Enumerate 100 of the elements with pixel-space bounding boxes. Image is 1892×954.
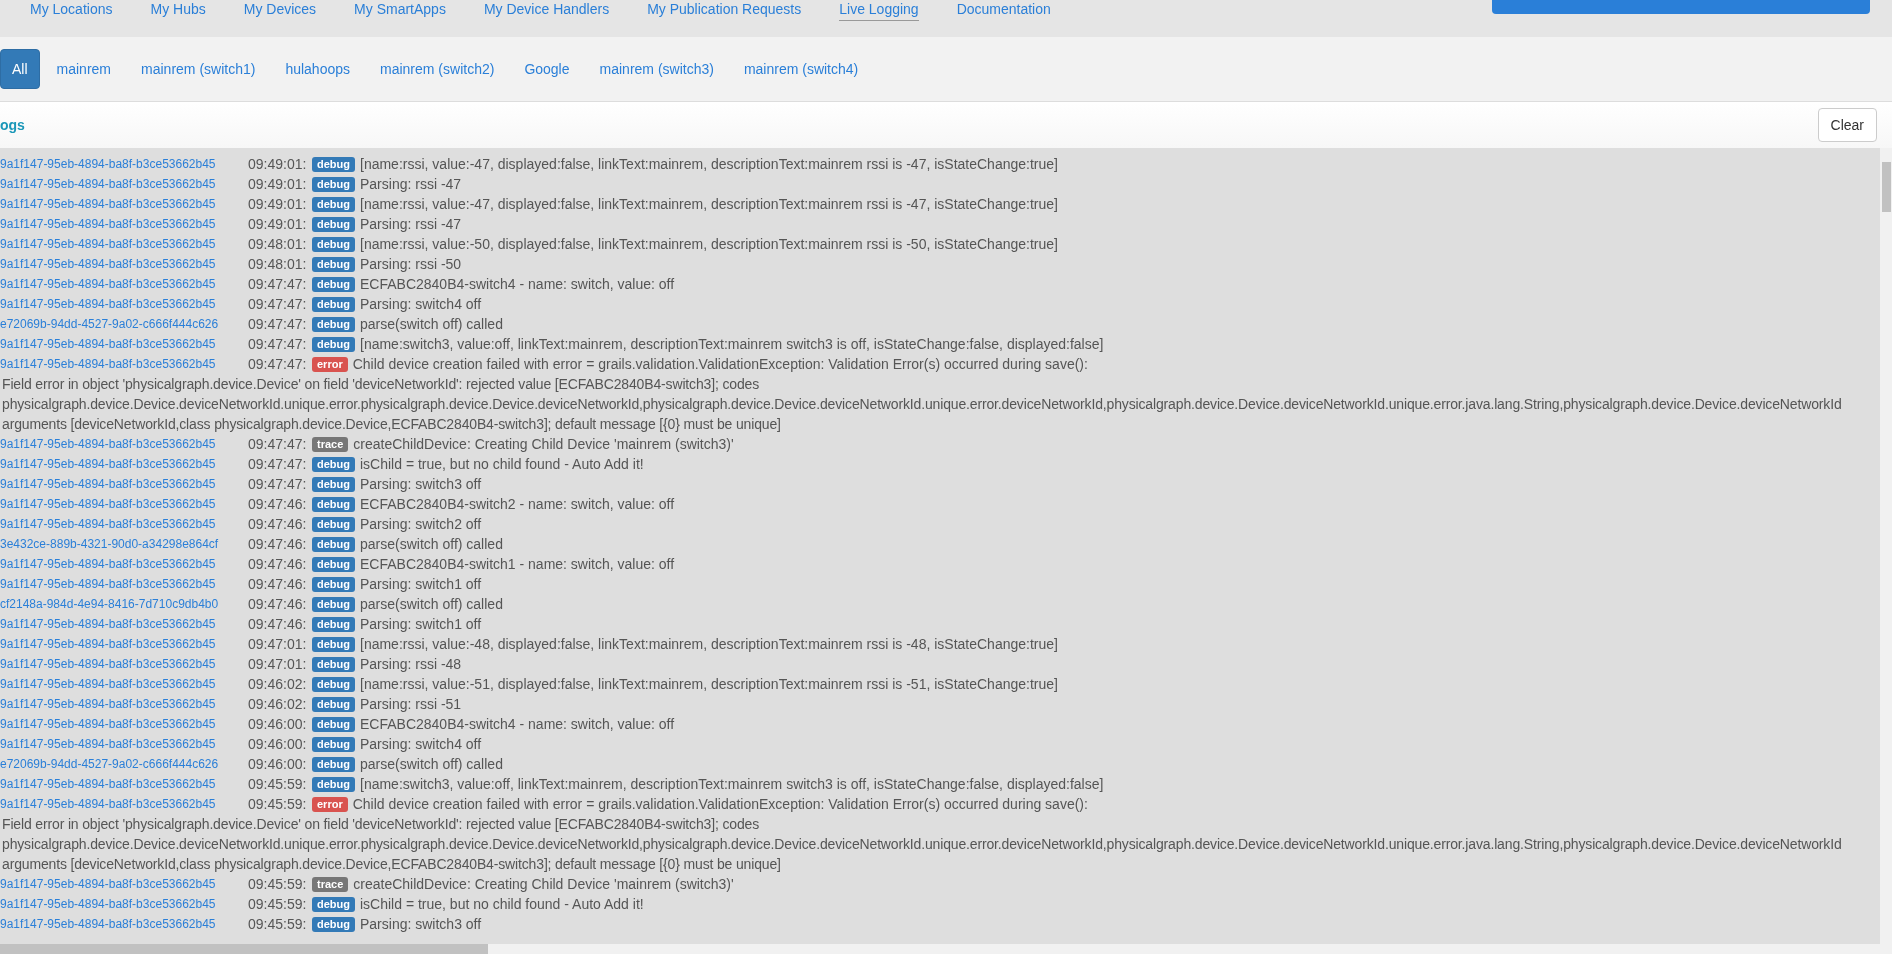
device-filter-tab[interactable]: mainrem (switch2) [367,49,508,89]
log-message: Parsing: switch1 off [360,614,482,634]
device-id-link[interactable]: 9a1f147-95eb-4894-ba8f-b3ce53662b45 [0,355,248,373]
log-level-badge: debug [312,456,355,472]
log-time: 09:46:02: [248,694,308,714]
log-level-badge: debug [312,596,355,612]
device-id-link[interactable]: 9a1f147-95eb-4894-ba8f-b3ce53662b45 [0,675,248,693]
log-level-badge: debug [312,576,355,592]
nav-link[interactable]: My Hubs [150,1,206,21]
device-id-link[interactable]: 3e432ce-889b-4321-90d0-a34298e864cf [0,535,248,553]
log-time: 09:49:01: [248,174,308,194]
device-id-link[interactable]: 9a1f147-95eb-4894-ba8f-b3ce53662b45 [0,495,248,513]
nav-link[interactable]: My Publication Requests [647,1,802,21]
log-message: [name:rssi, value:-50, displayed:false, linkText:mainrem, descriptionText:mainrem rssi is -50, isStateChange:true] [360,234,1058,254]
log-message: Parsing: rssi -50 [360,254,462,274]
device-id-link[interactable]: cf2148a-984d-4e94-8416-7d710c9db4b0 [0,595,248,613]
log-time: 09:47:47: [248,454,308,474]
log-level-badge: debug [312,476,355,492]
device-filter-tab[interactable]: mainrem (switch3) [586,49,727,89]
vertical-scrollbar[interactable] [1880,148,1892,954]
device-id-link[interactable]: 9a1f147-95eb-4894-ba8f-b3ce53662b45 [0,475,248,493]
log-level-badge: debug [312,616,355,632]
device-filter-tab[interactable]: mainrem (switch1) [128,49,269,89]
device-id-link[interactable]: 9a1f147-95eb-4894-ba8f-b3ce53662b45 [0,735,248,753]
log-level-badge: error [312,796,348,812]
nav-link[interactable]: Live Logging [839,1,919,21]
clear-button[interactable]: Clear [1817,108,1877,142]
log-time: 09:47:47: [248,474,308,494]
log-message: Parsing: rssi -47 [360,174,462,194]
log-time: 09:45:59: [248,894,308,914]
log-message: Parsing: switch3 off [360,914,482,934]
device-id-link[interactable]: 9a1f147-95eb-4894-ba8f-b3ce53662b45 [0,435,248,453]
log-time: 09:47:46: [248,534,308,554]
device-id-link[interactable]: 9a1f147-95eb-4894-ba8f-b3ce53662b45 [0,195,248,213]
device-id-link[interactable]: 9a1f147-95eb-4894-ba8f-b3ce53662b45 [0,655,248,673]
device-id-link[interactable]: 9a1f147-95eb-4894-ba8f-b3ce53662b45 [0,795,248,813]
log-time: 09:46:00: [248,754,308,774]
device-id-link[interactable]: e72069b-94dd-4527-9a02-c666f444c626 [0,315,248,333]
log-level-badge: debug [312,276,355,292]
log-time: 09:47:01: [248,654,308,674]
log-message: Parsing: switch2 off [360,514,482,534]
log-time: 09:47:46: [248,614,308,634]
log-message: arguments [deviceNetworkId,class physicalgraph.device.Device,ECFABC2840B4-switch3]; default message [{0} must be unique] [1,856,781,872]
log-message: Field error in object 'physicalgraph.device.Device' on field 'deviceNetworkId': rejected value [ECFABC2840B4-switch3]; codes [1,816,760,832]
log-message: isChild = true, but no child found - Auto Add it! [360,894,644,914]
device-id-link[interactable]: 9a1f147-95eb-4894-ba8f-b3ce53662b45 [0,875,248,893]
log-level-badge: debug [312,296,355,312]
device-filter-tab[interactable]: mainrem (switch4) [730,49,872,89]
device-id-link[interactable]: 9a1f147-95eb-4894-ba8f-b3ce53662b45 [0,295,248,313]
log-message: Child device creation failed with error = grails.validation.ValidationException: Validation Error(s) occurred during save(): [352,794,1088,814]
log-message: parse(switch off) called [360,754,503,774]
log-message: parse(switch off) called [360,534,503,554]
log-level-badge: debug [312,756,355,772]
log-level-badge: debug [312,176,355,192]
nav-link[interactable]: My SmartApps [354,1,446,21]
log-level-badge: debug [312,716,355,732]
device-id-link[interactable]: 9a1f147-95eb-4894-ba8f-b3ce53662b45 [0,915,248,933]
log-message: Parsing: switch4 off [360,294,482,314]
log-time: 09:49:01: [248,214,308,234]
device-id-link[interactable]: 9a1f147-95eb-4894-ba8f-b3ce53662b45 [0,235,248,253]
device-filter-tab[interactable]: All [0,49,40,89]
welcome-banner[interactable] [1492,0,1870,14]
log-message: isChild = true, but no child found - Auto Add it! [360,454,644,474]
log-message: [name:rssi, value:-51, displayed:false, linkText:mainrem, descriptionText:mainrem rssi is -51, isStateChange:true] [360,674,1058,694]
device-id-link[interactable]: 9a1f147-95eb-4894-ba8f-b3ce53662b45 [0,575,248,593]
log-message: [name:rssi, value:-47, displayed:false, linkText:mainrem, descriptionText:mainrem rssi is -47, isStateChange:true] [360,154,1058,174]
device-id-link[interactable]: 9a1f147-95eb-4894-ba8f-b3ce53662b45 [0,635,248,653]
device-id-link[interactable]: 9a1f147-95eb-4894-ba8f-b3ce53662b45 [0,515,248,533]
device-filter-tab[interactable]: hulahoops [272,49,363,89]
device-id-link[interactable]: 9a1f147-95eb-4894-ba8f-b3ce53662b45 [0,695,248,713]
log-time: 09:47:46: [248,594,308,614]
nav-link[interactable]: My Locations [30,1,113,21]
device-id-link[interactable]: 9a1f147-95eb-4894-ba8f-b3ce53662b45 [0,895,248,913]
horizontal-scrollbar[interactable] [0,944,1880,954]
log-time: 09:46:00: [248,714,308,734]
nav-link[interactable]: My Devices [243,1,317,21]
log-message: Parsing: rssi -47 [360,214,462,234]
log-message: ECFABC2840B4-switch1 - name: switch, value: off [360,554,675,574]
device-id-link[interactable]: 9a1f147-95eb-4894-ba8f-b3ce53662b45 [0,155,248,173]
nav-link[interactable]: Documentation [956,1,1051,21]
panel-title: ogs [0,115,25,135]
log-message: parse(switch off) called [360,594,503,614]
device-id-link[interactable]: 9a1f147-95eb-4894-ba8f-b3ce53662b45 [0,335,248,353]
nav-link[interactable]: My Device Handlers [483,1,610,21]
log-message: Parsing: switch4 off [360,734,482,754]
log-time: 09:47:46: [248,494,308,514]
device-id-link[interactable]: 9a1f147-95eb-4894-ba8f-b3ce53662b45 [0,215,248,233]
device-id-link[interactable]: 9a1f147-95eb-4894-ba8f-b3ce53662b45 [0,455,248,473]
device-filter-tab[interactable]: mainrem [43,49,125,89]
device-id-link[interactable]: 9a1f147-95eb-4894-ba8f-b3ce53662b45 [0,775,248,793]
device-id-link[interactable]: 9a1f147-95eb-4894-ba8f-b3ce53662b45 [0,615,248,633]
device-id-link[interactable]: 9a1f147-95eb-4894-ba8f-b3ce53662b45 [0,715,248,733]
device-id-link[interactable]: e72069b-94dd-4527-9a02-c666f444c626 [0,755,248,773]
device-id-link[interactable]: 9a1f147-95eb-4894-ba8f-b3ce53662b45 [0,275,248,293]
device-id-link[interactable]: 9a1f147-95eb-4894-ba8f-b3ce53662b45 [0,175,248,193]
log-message: ECFABC2840B4-switch4 - name: switch, value: off [360,714,675,734]
device-filter-tab[interactable]: Google [511,49,583,89]
device-id-link[interactable]: 9a1f147-95eb-4894-ba8f-b3ce53662b45 [0,555,248,573]
device-id-link[interactable]: 9a1f147-95eb-4894-ba8f-b3ce53662b45 [0,255,248,273]
log-message: physicalgraph.device.Device.deviceNetworkId.unique.error.physicalgraph.device.Device.deviceNetworkId,physicalgraph.device.Device.deviceNetworkId.unique.error.deviceNetworkId,physicalgraph.device.Device.deviceNetworkId.unique.error.java.lang.String,physicalgraph.device.Device.deviceNetworkId [1,836,1842,852]
